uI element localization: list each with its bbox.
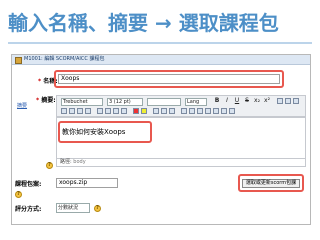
ordered-list-icon[interactable] bbox=[97, 108, 103, 114]
grading-help-icon[interactable]: ? bbox=[94, 205, 101, 212]
align-center-icon[interactable] bbox=[69, 108, 75, 114]
grading-select[interactable]: 分數狀況 bbox=[56, 203, 90, 213]
justify-icon[interactable] bbox=[85, 108, 91, 114]
unlink-icon[interactable] bbox=[161, 108, 167, 114]
outdent-icon[interactable] bbox=[113, 108, 119, 114]
breadcrumb: M1001: 編輯 SCORM/AICC 課程包 bbox=[12, 55, 310, 65]
arrow-icon: → bbox=[154, 11, 172, 35]
table-icon[interactable] bbox=[189, 108, 195, 114]
format-select[interactable] bbox=[147, 98, 181, 106]
package-input[interactable]: xoops.zip bbox=[56, 178, 118, 188]
package-label: 課程包案: bbox=[15, 181, 42, 188]
cut-icon[interactable] bbox=[277, 98, 283, 104]
package-icon bbox=[15, 57, 22, 64]
anchor-icon[interactable] bbox=[169, 108, 175, 114]
title-divider bbox=[8, 42, 312, 44]
align-right-icon[interactable] bbox=[77, 108, 83, 114]
search-icon[interactable] bbox=[213, 108, 219, 114]
summary-highlight bbox=[58, 121, 152, 143]
strike-button[interactable]: S bbox=[243, 97, 251, 105]
underline-button[interactable]: U bbox=[233, 97, 241, 105]
grading-label: 評分方式: bbox=[15, 206, 42, 213]
image-icon[interactable] bbox=[181, 108, 187, 114]
link-icon[interactable] bbox=[153, 108, 159, 114]
font-size-select[interactable]: 3 (12 pt) bbox=[107, 98, 143, 106]
fullscreen-icon[interactable] bbox=[229, 108, 235, 114]
italic-button[interactable]: I bbox=[223, 97, 231, 105]
summary-label: * 摘要: bbox=[36, 97, 56, 104]
editor-toolbar: Trebuchet 3 (12 pt) Lang B I U S x₂ x² bbox=[56, 95, 306, 117]
editor-help-icon[interactable]: ? bbox=[46, 162, 53, 169]
path-label: 路徑: bbox=[60, 159, 72, 165]
smiley-icon[interactable] bbox=[197, 108, 203, 114]
package-highlight bbox=[238, 174, 304, 192]
special-char-icon[interactable] bbox=[205, 108, 211, 114]
bold-button[interactable]: B bbox=[213, 97, 221, 105]
package-help-icon[interactable]: ? bbox=[15, 191, 22, 198]
name-highlight bbox=[54, 70, 284, 88]
copy-icon[interactable] bbox=[285, 98, 291, 104]
screenshot-panel: M1001: 編輯 SCORM/AICC 課程包 * 名稱: Xoops * 摘… bbox=[11, 54, 311, 225]
highlight-color-icon[interactable] bbox=[141, 108, 147, 114]
paste-icon[interactable] bbox=[293, 98, 299, 104]
text-color-icon[interactable] bbox=[133, 108, 139, 114]
align-left-icon[interactable] bbox=[61, 108, 67, 114]
indent-icon[interactable] bbox=[121, 108, 127, 114]
slide-title-main: 輸入名稱、摘要 bbox=[8, 11, 148, 35]
lang-select[interactable]: Lang bbox=[185, 98, 207, 106]
required-star: * bbox=[38, 78, 42, 85]
superscript-button[interactable]: x² bbox=[263, 97, 271, 105]
breadcrumb-text: M1001: 編輯 SCORM/AICC 課程包 bbox=[24, 56, 105, 62]
html-source-icon[interactable] bbox=[221, 108, 227, 114]
slide-title-tail: 選取課程包 bbox=[178, 11, 279, 35]
path-value: body bbox=[73, 159, 86, 165]
font-family-select[interactable]: Trebuchet bbox=[61, 98, 103, 106]
unordered-list-icon[interactable] bbox=[105, 108, 111, 114]
subscript-button[interactable]: x₂ bbox=[253, 97, 261, 105]
slide-title: 輸入名稱、摘要 → 選取課程包 bbox=[8, 6, 312, 40]
summary-help-link[interactable]: 摘要 bbox=[17, 102, 27, 109]
editor-path-bar: 路徑: body bbox=[56, 159, 306, 167]
